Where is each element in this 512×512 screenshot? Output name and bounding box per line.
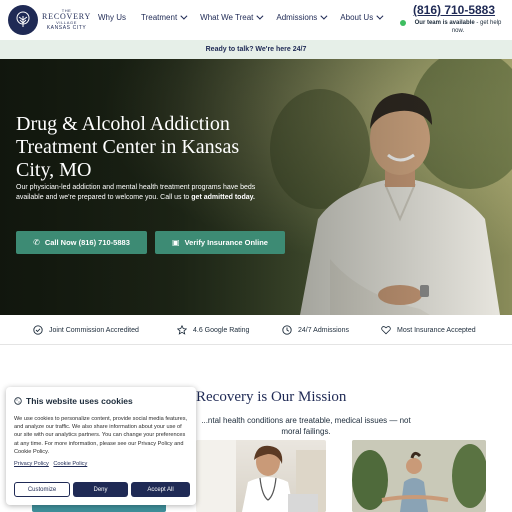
chevron-down-icon <box>376 12 384 20</box>
doctor-photo <box>196 440 326 512</box>
yoga-illustration <box>352 440 486 512</box>
main-nav: Why Us Treatment What We Treat Admission… <box>98 12 396 22</box>
hero-description-bold: get admitted today. <box>191 194 255 201</box>
cookie-links: Privacy Policy Cookie Policy <box>14 461 90 467</box>
availability-text: Our team is available - get help now. <box>408 19 508 35</box>
nav-why-us[interactable]: Why Us <box>98 13 126 22</box>
tree-logo-icon <box>8 5 38 35</box>
availability-bold: Our team is available <box>414 20 475 26</box>
nav-what-we-treat[interactable]: What We Treat <box>200 12 264 22</box>
availability-status: Our team is available - get help now. <box>400 19 508 35</box>
nav-label: Treatment <box>141 13 178 22</box>
cookie-accept-all-button[interactable]: Accept All <box>131 482 190 497</box>
trust-item-rating: 4.6 Google Rating <box>177 325 249 335</box>
nav-about-us[interactable]: About Us <box>340 12 384 22</box>
verify-insurance-label: Verify Insurance Online <box>184 238 268 247</box>
header-contact: (816) 710-5883 Our team is available - g… <box>400 3 508 35</box>
trust-item-accreditation: Joint Commission Accredited <box>33 325 139 335</box>
trust-label: Most Insurance Accepted <box>397 326 476 334</box>
trust-label: 4.6 Google Rating <box>193 326 250 334</box>
yoga-photo <box>352 440 486 512</box>
trust-label: 24/7 Admissions <box>298 326 349 334</box>
site-header: THE RECOVERY VILLAGE KANSAS CITY Why Us … <box>0 0 512 40</box>
hero-section: Drug & Alcohol Addiction Treatment Cente… <box>0 59 512 315</box>
cookie-deny-button[interactable]: Deny <box>73 482 128 497</box>
chevron-down-icon <box>180 12 188 20</box>
cookie-icon <box>14 397 22 405</box>
hero-description: Our physician-led addiction and mental h… <box>16 183 264 203</box>
nav-label: About Us <box>340 13 374 22</box>
clock-icon <box>282 325 292 335</box>
badge-check-icon <box>33 325 43 335</box>
privacy-policy-link[interactable]: Privacy Policy <box>14 461 49 467</box>
mission-heading: Recovery is Our Mission <box>196 389 347 405</box>
cookie-policy-link[interactable]: Cookie Policy <box>53 461 87 467</box>
nav-label: Admissions <box>276 13 318 22</box>
availability-banner: Ready to talk? We're here 24/7 <box>0 40 512 59</box>
logo-line-kansas-city: KANSAS CITY <box>46 25 87 31</box>
trust-bar: Joint Commission Accredited 4.6 Google R… <box>0 315 512 345</box>
chevron-down-icon <box>320 12 328 20</box>
logo[interactable]: THE RECOVERY VILLAGE KANSAS CITY <box>8 5 91 35</box>
phone-icon: ✆ <box>33 238 40 247</box>
cookie-consent-dialog: This website uses cookies We use cookies… <box>6 387 196 505</box>
cookie-title-text: This website uses cookies <box>26 396 133 406</box>
heart-icon <box>381 326 391 335</box>
verify-insurance-button[interactable]: ▣ Verify Insurance Online <box>155 231 285 254</box>
header-phone-link[interactable]: (816) 710-5883 <box>400 3 508 17</box>
hero-title: Drug & Alcohol Addiction Treatment Cente… <box>16 113 240 181</box>
logo-text: THE RECOVERY VILLAGE KANSAS CITY <box>42 9 91 31</box>
chevron-down-icon <box>256 12 264 20</box>
cookie-title: This website uses cookies <box>14 396 133 406</box>
trust-item-insurance: Most Insurance Accepted <box>381 325 476 335</box>
call-now-label: Call Now (816) 710-5883 <box>44 238 130 247</box>
mission-subheading: ...ntal health conditions are treatable,… <box>201 416 411 436</box>
banner-text: Ready to talk? We're here 24/7 <box>205 46 307 53</box>
nav-label: What We Treat <box>200 13 254 22</box>
doctor-illustration <box>196 440 326 512</box>
star-icon <box>177 325 187 335</box>
trust-item-admissions: 24/7 Admissions <box>282 325 349 335</box>
online-status-icon <box>400 20 406 26</box>
cookie-description: We use cookies to personalize content, p… <box>14 416 188 455</box>
trust-label: Joint Commission Accredited <box>49 326 139 334</box>
nav-admissions[interactable]: Admissions <box>276 12 328 22</box>
nav-treatment[interactable]: Treatment <box>141 12 188 22</box>
cookie-customize-button[interactable]: Customize <box>14 482 70 497</box>
nav-label: Why Us <box>98 13 126 22</box>
call-now-button[interactable]: ✆ Call Now (816) 710-5883 <box>16 231 147 254</box>
insurance-card-icon: ▣ <box>172 238 180 247</box>
